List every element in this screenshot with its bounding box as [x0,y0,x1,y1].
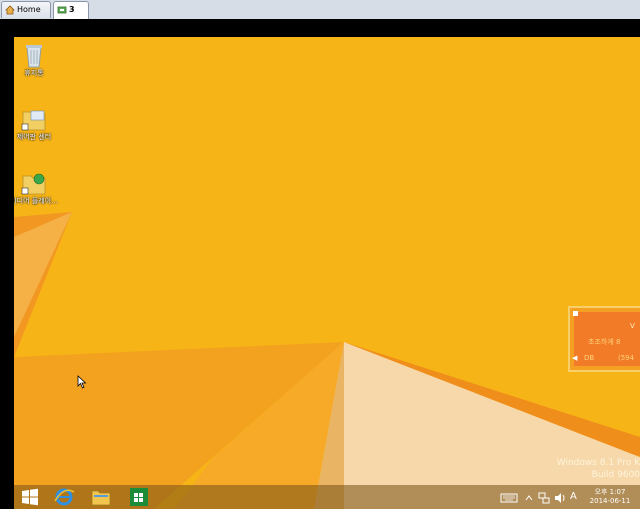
ime-indicator[interactable]: A [570,490,580,504]
tab-vm[interactable]: 3 [53,1,89,19]
notification-left-arrow-icon[interactable]: ◀ [572,354,577,362]
desktop-icon-control-panel[interactable]: 제어판 센터 [14,105,58,141]
internet-explorer-icon [54,488,75,506]
notification-toast[interactable]: V 초조하게 8 ◀ DB (594 [568,306,640,372]
home-icon [5,5,15,15]
taskbar-store[interactable] [125,486,153,508]
volume-button[interactable] [553,490,567,504]
control-panel-folder-icon [21,110,46,131]
show-hidden-icons-button[interactable] [525,490,533,504]
tab-home[interactable]: Home [1,1,51,18]
tab-home-label: Home [17,5,41,14]
host-tab-bar: Home 3 [0,0,640,20]
clock-time: 오후 1:07 [594,488,626,496]
desktop-icon-media-player[interactable]: 미디어 플레이... [14,169,58,205]
touch-keyboard-button[interactable] [500,490,518,504]
chevron-up-icon [525,495,533,501]
os-watermark: Windows 8.1 Pro K Build 9600 [557,457,640,481]
wallpaper [14,37,640,509]
network-icon [538,492,550,504]
tab-vm-label: 3 [69,5,75,14]
recycle-bin-icon [26,45,42,68]
store-icon [130,488,148,506]
taskbar: A 오후 1:07 2014-06-11 [14,485,640,509]
desktop-icon-label: 미디어 플레이... [14,197,58,205]
clock-date: 2014-06-11 [589,497,631,505]
notification-message: 초조하게 8 [588,338,621,346]
network-button[interactable] [537,490,551,504]
desktop-icon-label: 휴지통 [24,69,44,77]
desktop[interactable]: 휴지통 제어판 센터 미디어 플레이... V 초조하게 8 ◀ DB (594… [14,37,640,509]
taskbar-internet-explorer[interactable] [50,486,78,508]
vm-icon [57,6,67,14]
notification-right-text: (594 [618,354,635,362]
desktop-icon-label: 제어판 센터 [16,133,52,141]
taskbar-file-explorer[interactable] [87,486,115,508]
notification-left-text: DB [584,354,595,362]
notification-marker [573,311,578,316]
keyboard-icon [500,493,518,503]
notification-title: V [630,322,635,330]
desktop-icon-recycle-bin[interactable]: 휴지통 [14,41,58,77]
media-player-folder-icon [21,173,46,195]
mouse-cursor-icon [77,375,87,389]
speaker-icon [555,493,565,503]
watermark-build: Build 9600 [591,470,640,480]
start-button[interactable] [16,486,44,508]
start-icon [22,488,38,506]
watermark-edition: Windows 8.1 Pro K [556,458,640,468]
file-explorer-icon [91,490,111,506]
taskbar-clock[interactable]: 오후 1:07 2014-06-11 [582,488,638,506]
